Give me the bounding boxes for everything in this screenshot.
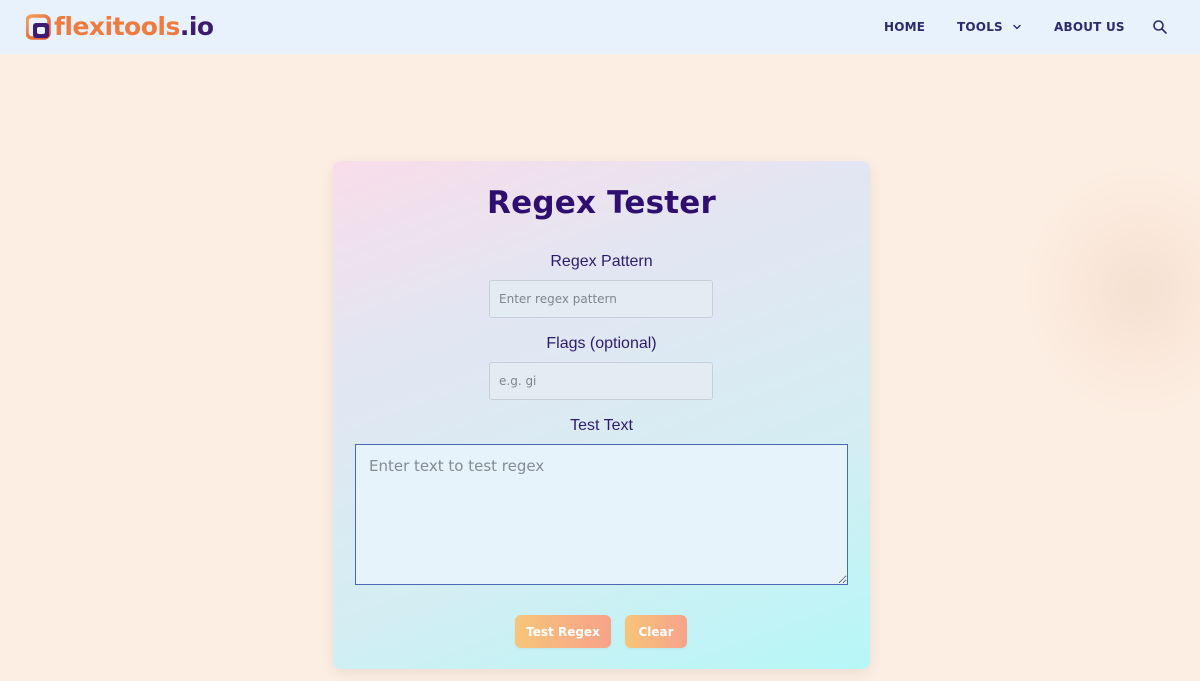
site-header: flexitools.io HOME TOOLS ABOUT US xyxy=(0,0,1200,54)
nav-tools[interactable]: TOOLS xyxy=(957,20,1022,34)
page-title: Regex Tester xyxy=(487,185,716,221)
logo-tld: .io xyxy=(179,12,214,41)
test-regex-button[interactable]: Test Regex xyxy=(515,615,611,648)
regex-tester-card: Regex Tester Regex Pattern Flags (option… xyxy=(333,161,870,669)
clear-button[interactable]: Clear xyxy=(625,615,687,648)
nav-about-us[interactable]: ABOUT US xyxy=(1054,20,1125,34)
nav-home[interactable]: HOME xyxy=(884,20,925,34)
background-decoration xyxy=(1020,160,1200,420)
flags-label: Flags (optional) xyxy=(546,335,657,352)
search-icon[interactable] xyxy=(1152,19,1168,35)
chevron-down-icon xyxy=(1013,24,1021,30)
logo-brand: flexitools xyxy=(54,12,180,41)
regex-pattern-input[interactable] xyxy=(489,280,713,318)
flags-input[interactable] xyxy=(489,362,713,400)
test-text-label: Test Text xyxy=(570,417,633,434)
regex-pattern-label: Regex Pattern xyxy=(550,253,653,270)
logo-text: flexitools.io xyxy=(54,12,214,42)
nav-tools-label: TOOLS xyxy=(957,20,1003,34)
site-logo[interactable]: flexitools.io xyxy=(26,12,214,42)
test-text-textarea[interactable] xyxy=(355,444,848,585)
logo-icon xyxy=(26,14,51,40)
